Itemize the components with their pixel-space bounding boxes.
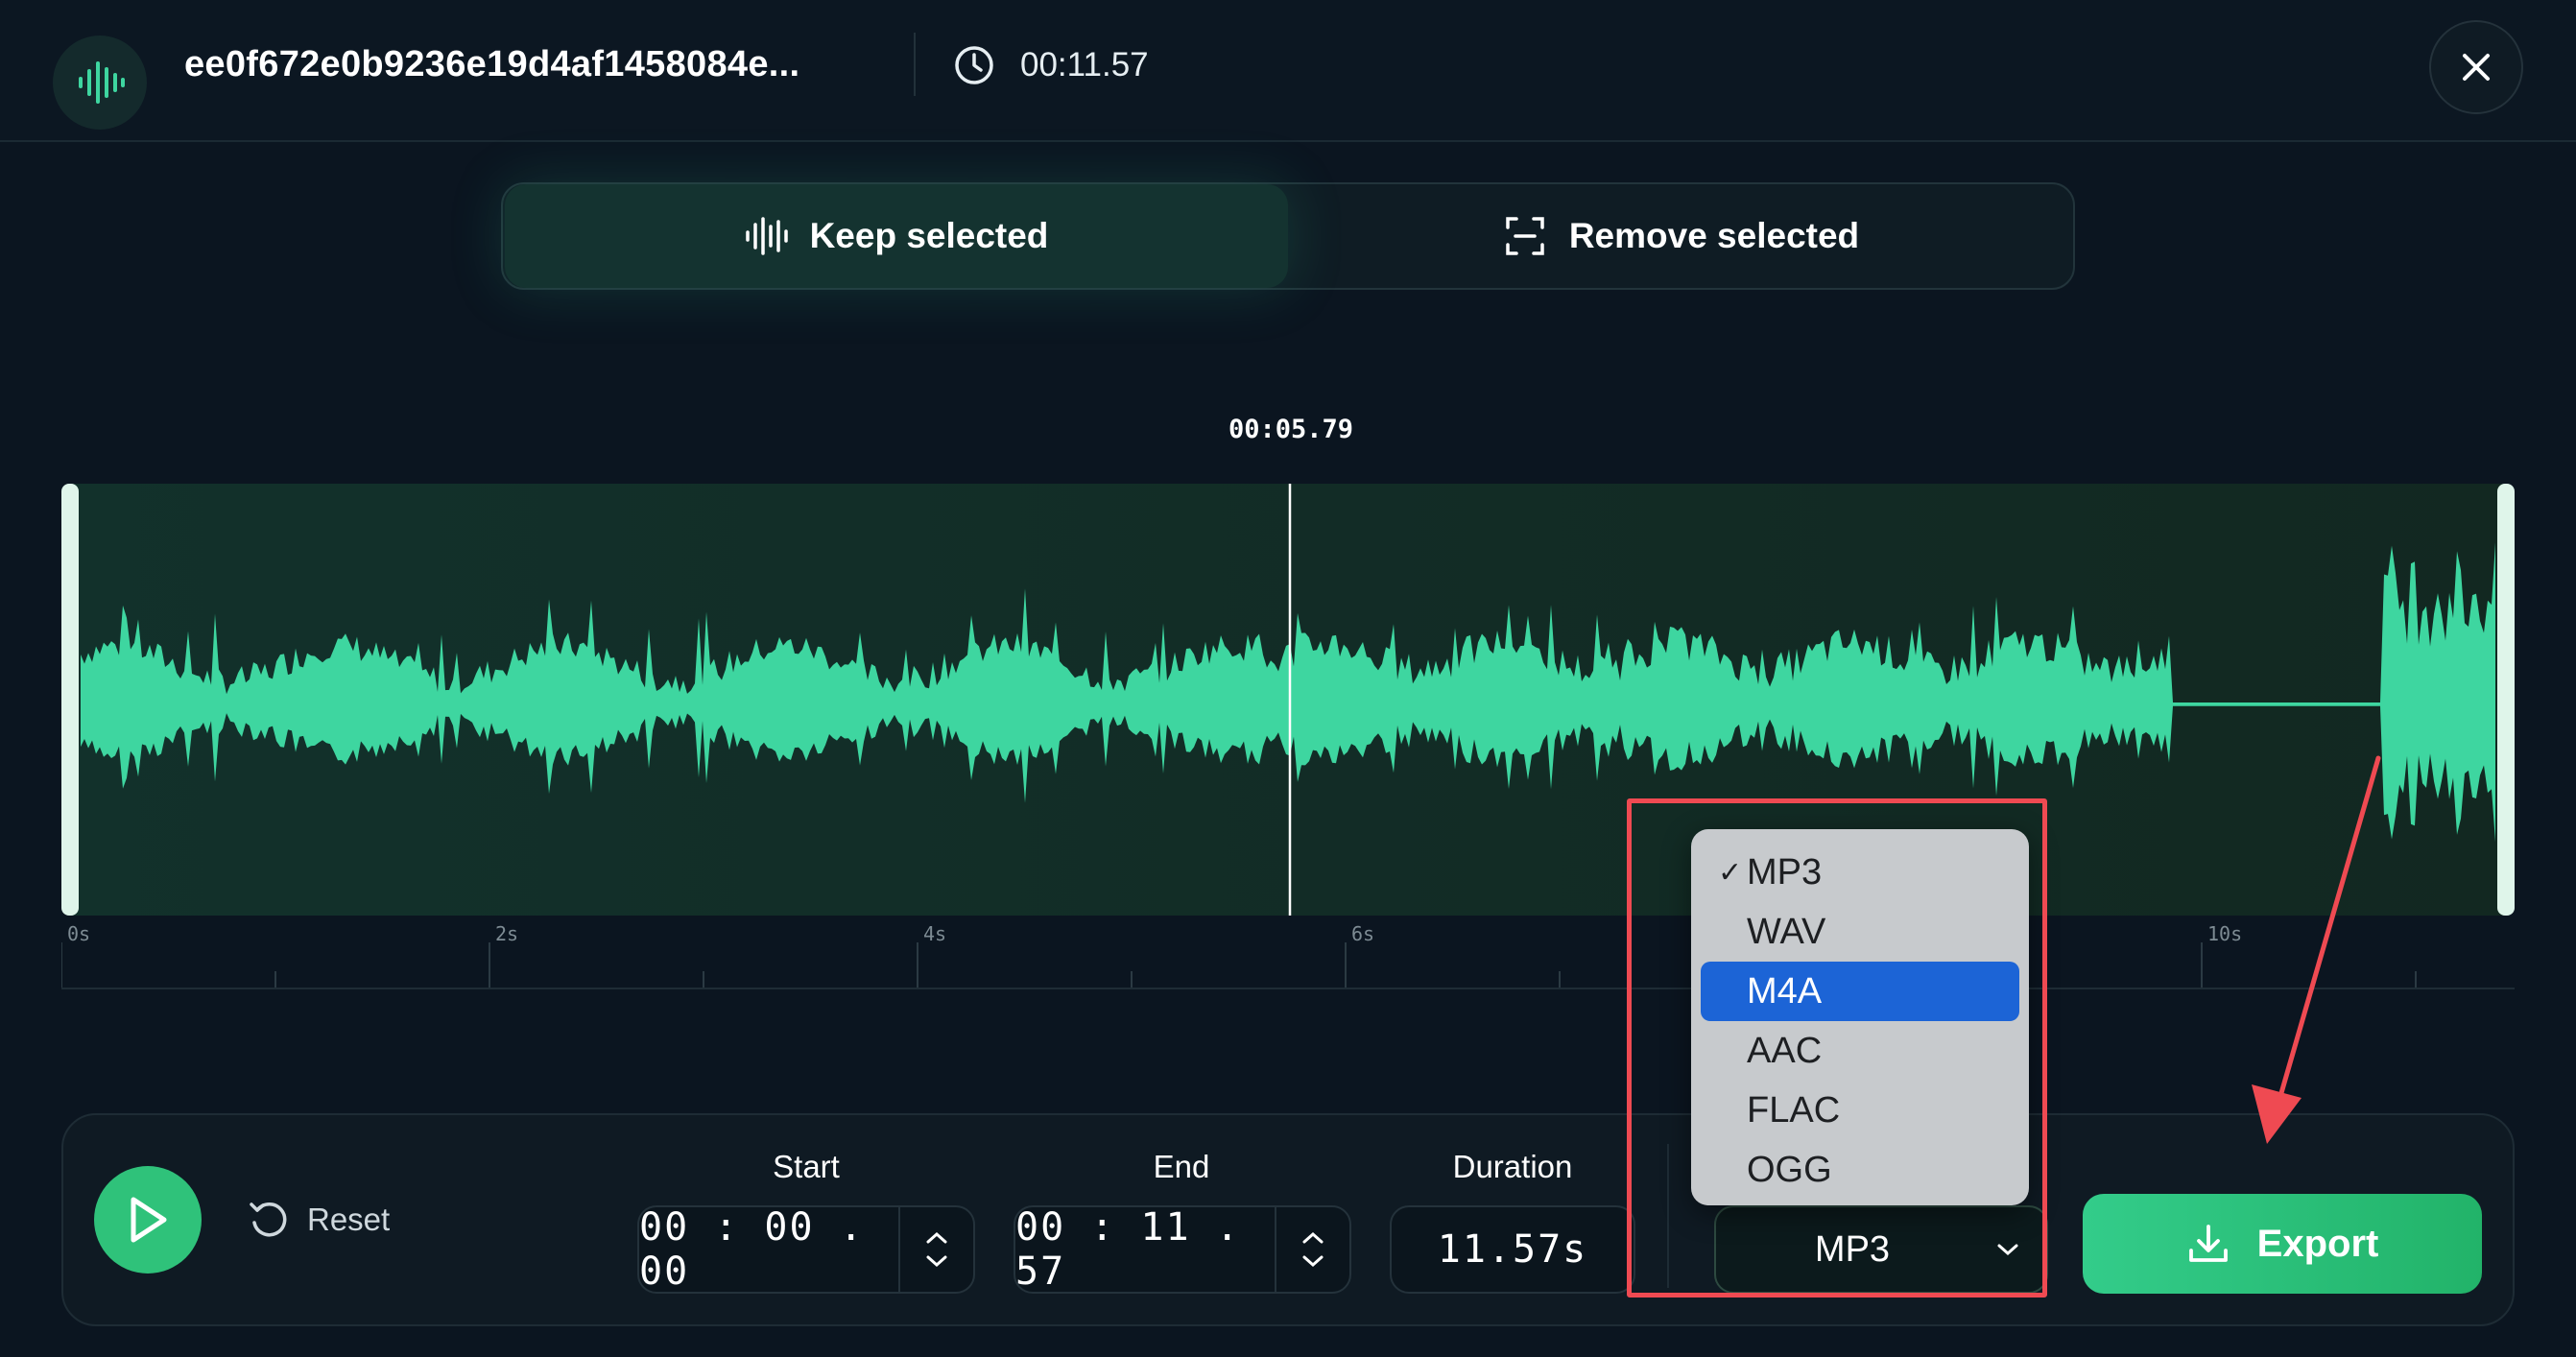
keep-selected-label: Keep selected bbox=[809, 216, 1049, 255]
play-button[interactable] bbox=[94, 1166, 202, 1274]
duration-display: 11.57s bbox=[1390, 1205, 1635, 1294]
timeline-label: 6s bbox=[1351, 922, 1374, 945]
waveform-icon bbox=[745, 217, 788, 255]
duration-value: 11.57s bbox=[1437, 1227, 1588, 1272]
export-button[interactable]: Export bbox=[2083, 1194, 2482, 1294]
timeline-label: 4s bbox=[923, 922, 946, 945]
remove-selected-button[interactable]: Remove selected bbox=[1290, 184, 2073, 288]
selection-end-handle[interactable] bbox=[2497, 484, 2515, 916]
timeline-label: 10s bbox=[2207, 922, 2242, 945]
waveform-icon bbox=[53, 36, 147, 130]
duration-label: Duration bbox=[1452, 1149, 1573, 1184]
chevron-down-icon[interactable] bbox=[925, 1254, 948, 1268]
close-button[interactable] bbox=[2429, 20, 2523, 114]
selection-crop-icon bbox=[1506, 217, 1544, 255]
start-time-value[interactable]: 00 : 00 . 00 bbox=[639, 1205, 898, 1294]
waveform-editor[interactable] bbox=[61, 484, 2515, 916]
export-label: Export bbox=[2256, 1222, 2379, 1265]
end-label: End bbox=[1153, 1149, 1210, 1184]
remove-selected-label: Remove selected bbox=[1568, 216, 1860, 255]
reset-button[interactable]: Reset bbox=[248, 1195, 390, 1245]
timeline-label: 2s bbox=[495, 922, 518, 945]
reset-label: Reset bbox=[307, 1202, 391, 1237]
annotation-arrow bbox=[2252, 755, 2381, 1144]
timeline-label: 0s bbox=[67, 922, 90, 945]
total-duration: 00:11.57 bbox=[1020, 46, 1149, 83]
playhead-time: 00:05.79 bbox=[1228, 415, 1354, 444]
download-icon bbox=[2188, 1225, 2228, 1262]
chevron-up-icon[interactable] bbox=[925, 1231, 948, 1245]
start-label: Start bbox=[773, 1149, 840, 1184]
clock-icon bbox=[953, 44, 995, 86]
end-time-stepper[interactable] bbox=[1275, 1207, 1349, 1292]
chevron-up-icon[interactable] bbox=[1301, 1231, 1324, 1245]
end-time-field[interactable]: 00 : 11 . 57 bbox=[1014, 1205, 1351, 1294]
start-time-field[interactable]: 00 : 00 . 00 bbox=[637, 1205, 975, 1294]
play-icon bbox=[131, 1197, 167, 1243]
file-name: ee0f672e0b9236e19d4af1458084e... bbox=[184, 44, 800, 84]
end-time-value[interactable]: 00 : 11 . 57 bbox=[1015, 1205, 1275, 1294]
reset-icon bbox=[250, 1202, 287, 1237]
close-icon bbox=[2463, 54, 2490, 81]
chevron-down-icon[interactable] bbox=[1301, 1254, 1324, 1268]
selection-start-handle[interactable] bbox=[61, 484, 79, 916]
timeline-ruler: 0s2s4s6s8s10s bbox=[61, 922, 2515, 989]
annotation-highlight-box bbox=[1627, 798, 2047, 1297]
start-time-stepper[interactable] bbox=[898, 1207, 973, 1292]
header-divider bbox=[914, 33, 916, 96]
keep-selected-button[interactable]: Keep selected bbox=[505, 184, 1288, 288]
